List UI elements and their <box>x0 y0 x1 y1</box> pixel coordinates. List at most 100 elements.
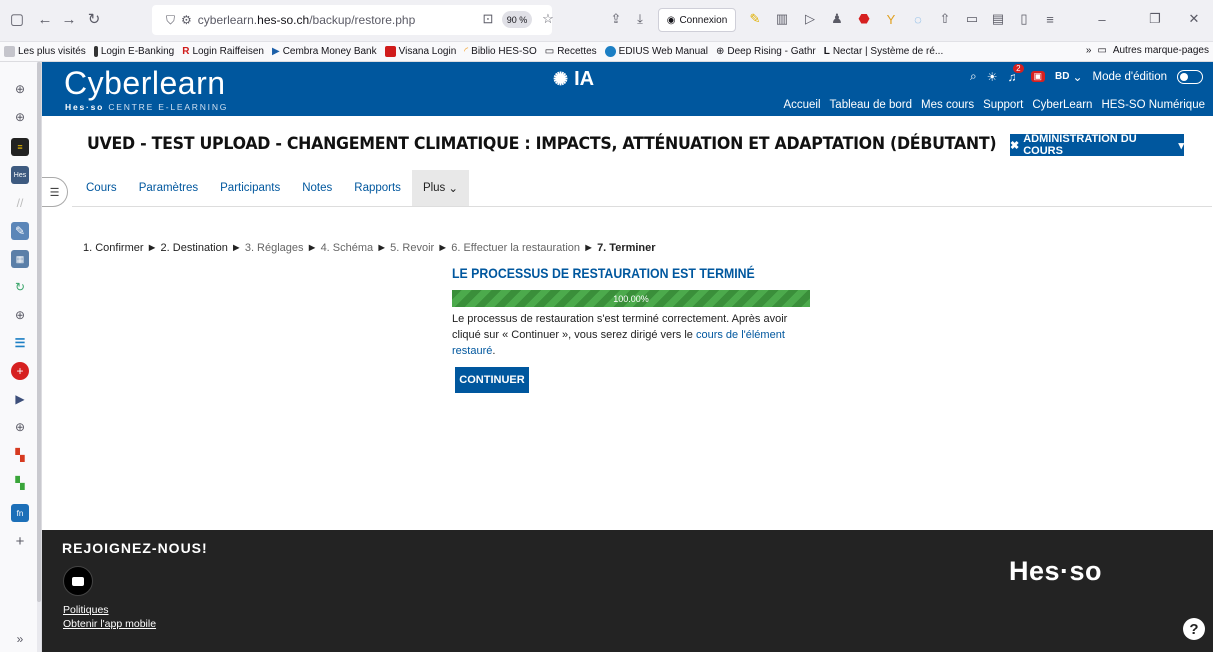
continue-button[interactable]: CONTINUER <box>455 367 529 393</box>
globe-icon[interactable]: ⊕ <box>11 306 29 324</box>
gear-icon <box>4 46 15 57</box>
logo-subtext: CENTRE E-LEARNING <box>108 102 229 112</box>
back-button[interactable]: ← <box>34 8 56 30</box>
site-logo-subtitle: Hes·so CENTRE E-LEARNING <box>65 102 228 112</box>
extension-y-icon[interactable]: Y <box>881 9 901 29</box>
result-text-end: . <box>492 345 496 357</box>
nav-accueil[interactable]: Accueil <box>783 99 820 111</box>
divider <box>72 206 1212 207</box>
step-confirm: 1. Confirmer <box>83 242 144 254</box>
extension-library-icon[interactable]: ▥ <box>772 9 792 29</box>
menu-icon[interactable]: ≡ <box>1040 9 1060 29</box>
messages-icon[interactable]: ▣ <box>1030 71 1046 82</box>
minimize-icon[interactable]: – <box>1092 9 1112 29</box>
bookmark-visana[interactable]: Visana Login <box>384 46 457 57</box>
arrow-app-icon[interactable]: ▶ <box>11 390 29 408</box>
edit-mode-toggle[interactable] <box>1177 69 1203 84</box>
close-icon[interactable]: ✕ <box>1184 9 1204 29</box>
bank-icon <box>93 46 98 57</box>
forward-button[interactable]: → <box>58 8 80 30</box>
add-panel-icon[interactable]: + <box>11 532 29 550</box>
tab-notes[interactable]: Notes <box>291 170 343 206</box>
bookmark-star-icon[interactable]: ☆ <box>538 9 558 29</box>
bookmark-ebanking[interactable]: Login E-Banking <box>93 46 174 57</box>
refresh-app-icon[interactable]: ↻ <box>11 278 29 296</box>
bookmark-cembra[interactable]: ▶ Cembra Money Bank <box>272 46 377 57</box>
globe-icon: ⊕ <box>715 46 725 57</box>
site-header: Cyberlearn Hes·so CENTRE E-LEARNING ✺ IA… <box>42 62 1213 116</box>
edit-app-icon[interactable]: ✎ <box>11 222 29 240</box>
bookmark-raiffeisen[interactable]: R Login Raiffeisen <box>182 46 264 57</box>
bookmark-deep-rising[interactable]: ⊕ Deep Rising - Gathr <box>716 46 816 57</box>
nav-cyberlearn[interactable]: CyberLearn <box>1032 99 1092 111</box>
swiss-icon[interactable]: + <box>11 362 29 380</box>
folder-icon: ▭ <box>1097 45 1107 56</box>
save-pocket-icon[interactable]: ⇪ <box>606 9 626 29</box>
nav-mes-cours[interactable]: Mes cours <box>921 99 974 111</box>
color-app-icon[interactable]: ▚ <box>11 446 29 464</box>
mobile-app-link[interactable]: Obtenir l'app mobile <box>63 618 156 630</box>
youtube-icon[interactable] <box>63 566 93 596</box>
slash-icon[interactable]: // <box>11 194 29 212</box>
restore-icon[interactable]: ❐ <box>1145 9 1165 29</box>
expand-sidebar-icon[interactable]: » <box>11 630 29 648</box>
restore-steps-breadcrumb: 1. Confirmer ► 2. Destination ► 3. Régla… <box>83 242 656 254</box>
app-icon[interactable]: ≡ <box>11 138 29 156</box>
account-icon: ◉ <box>666 14 676 26</box>
hes-icon[interactable]: Hes <box>11 166 29 184</box>
bookmark-label: Visana Login <box>398 46 457 57</box>
list-app-icon[interactable]: ☰ <box>11 334 29 352</box>
download-icon[interactable]: ⤓ <box>630 9 650 29</box>
nav-support[interactable]: Support <box>983 99 1023 111</box>
secondary-navigation: Cours Paramètres Participants Notes Rapp… <box>75 170 469 206</box>
nav-hes-so-numerique[interactable]: HES-SO Numérique <box>1101 99 1205 111</box>
step-separator: ► <box>306 242 318 254</box>
bookmark-recettes[interactable]: ▭ Recettes <box>545 46 597 57</box>
reader-icon[interactable]: ⊡ <box>478 9 498 29</box>
tab-parametres[interactable]: Paramètres <box>128 170 209 206</box>
share-icon[interactable]: ⇧ <box>935 9 955 29</box>
site-logo[interactable]: Cyberlearn <box>64 65 226 102</box>
adblock-icon[interactable]: ⬣ <box>854 9 874 29</box>
other-bookmarks[interactable]: » ▭ Autres marque-pages <box>1086 45 1209 56</box>
user-menu[interactable]: BD ⌄ <box>1055 70 1083 84</box>
theme-sun-icon[interactable]: ☀ <box>987 70 998 84</box>
tab-participants[interactable]: Participants <box>209 170 291 206</box>
search-icon[interactable]: ⌕ <box>970 69 977 84</box>
ia-link[interactable]: ✺ IA <box>553 68 594 91</box>
extension-person-icon[interactable]: ♟ <box>827 9 847 29</box>
tab-cours[interactable]: Cours <box>75 170 128 206</box>
extension-drop-icon[interactable]: ◌ <box>908 9 928 29</box>
tab-rapports[interactable]: Rapports <box>343 170 412 206</box>
teams-icon[interactable]: fn <box>11 504 29 522</box>
bookmark-edius[interactable]: EDIUS Web Manual <box>604 46 708 57</box>
course-admin-button[interactable]: ✖ ADMINISTRATION DU COURS ▾ <box>1010 133 1184 157</box>
shield-icon: ⛉ <box>166 12 176 27</box>
connexion-button[interactable]: ◉ Connexion <box>658 8 736 32</box>
extension-calendar-icon[interactable]: ▤ <box>988 9 1008 29</box>
hes-so-logo[interactable]: Hes·so <box>1009 556 1102 587</box>
bookmark-label: Les plus visités <box>18 46 86 57</box>
color-app-icon[interactable]: ▚ <box>11 474 29 492</box>
tabs-icon[interactable]: ▢ <box>6 8 28 30</box>
globe-icon[interactable]: ⊕ <box>11 80 29 98</box>
notifications-button[interactable]: ♫ 2 <box>1008 63 1024 84</box>
course-index-toggle[interactable]: ☰ <box>42 177 68 207</box>
nav-tableau-de-bord[interactable]: Tableau de bord <box>830 99 912 111</box>
bookmark-biblio[interactable]: ◜ Biblio HES-SO <box>464 46 536 57</box>
globe-icon[interactable]: ⊕ <box>11 108 29 126</box>
extension-play-icon[interactable]: ▷ <box>800 9 820 29</box>
extension-page-icon[interactable]: ▭ <box>962 9 982 29</box>
tab-plus[interactable]: Plus ⌄ <box>411 170 469 206</box>
extension-pen-icon[interactable]: ✎ <box>745 9 765 29</box>
zoom-indicator[interactable]: 90 % <box>502 11 532 28</box>
globe-icon[interactable]: ⊕ <box>11 418 29 436</box>
reload-button[interactable]: ↻ <box>83 8 105 30</box>
help-button[interactable]: ? <box>1183 618 1205 640</box>
sidebar-toggle-icon[interactable]: ▯ <box>1014 9 1034 29</box>
policies-link[interactable]: Politiques <box>63 604 109 616</box>
sidebar-scroll-thumb[interactable] <box>37 62 41 602</box>
bookmark-most-visited[interactable]: Les plus visités <box>4 46 86 57</box>
bookmark-nectar[interactable]: L Nectar | Système de ré... <box>824 46 944 57</box>
qr-icon[interactable]: ▦ <box>11 250 29 268</box>
